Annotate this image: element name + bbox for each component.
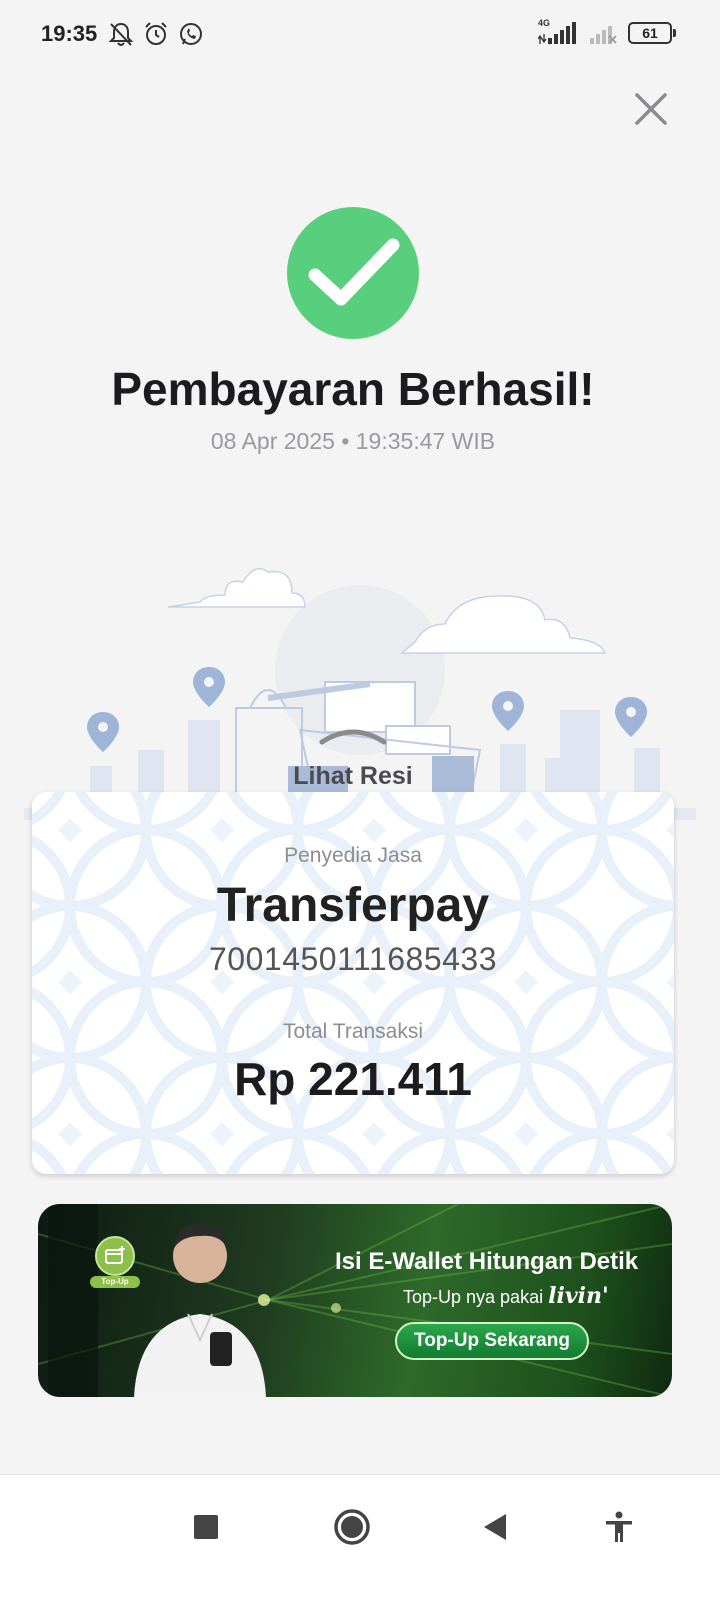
page-title: Pembayaran Berhasil! <box>111 363 595 415</box>
provider-label: Penyedia Jasa <box>284 844 422 867</box>
system-nav-bar <box>0 1474 720 1600</box>
status-time: 19:35 <box>41 21 98 46</box>
total-label: Total Transaksi <box>282 1020 424 1043</box>
battery-icon: 61 <box>628 22 676 44</box>
topup-badge <box>95 1236 135 1276</box>
transaction-card: Penyedia Jasa Transferpay 70014501116854… <box>32 792 674 1174</box>
view-receipt-toggle[interactable]: Lihat Resi <box>0 726 706 791</box>
signal-4g-icon: 4G <box>538 18 578 46</box>
close-icon <box>635 93 667 125</box>
checkmark-icon <box>308 238 400 306</box>
recents-button[interactable] <box>181 1502 231 1552</box>
bell-off-icon <box>108 22 134 46</box>
banner-subtitle-text: Top-Up nya pakai <box>403 1287 544 1307</box>
triangle-back-icon <box>484 1514 506 1540</box>
account-number: 7001450111685433 <box>209 941 497 977</box>
total-amount: Rp 221.411 <box>234 1053 472 1105</box>
circle-home-icon <box>334 1509 370 1545</box>
status-notification-icons <box>108 20 204 48</box>
whatsapp-icon <box>180 23 202 45</box>
close-button[interactable] <box>630 88 674 132</box>
success-indicator <box>287 207 419 339</box>
back-button[interactable] <box>470 1502 520 1552</box>
alarm-icon <box>145 22 167 45</box>
status-system-icons: 4G 61 <box>538 18 676 46</box>
banner-subtitle: Top-Up nya pakai livin' <box>403 1283 609 1309</box>
banner-title: Isi E-Wallet Hitungan Detik <box>335 1248 639 1275</box>
battery-level: 61 <box>642 25 658 41</box>
accessibility-icon <box>606 1511 632 1542</box>
signal-no-service-icon <box>590 26 617 44</box>
view-receipt-label: Lihat Resi <box>293 762 413 790</box>
topup-badge-label: Top-Up <box>90 1276 140 1288</box>
provider-name: Transferpay <box>216 879 490 932</box>
wallet-plus-icon <box>105 1246 125 1264</box>
accessibility-button[interactable] <box>594 1502 644 1552</box>
square-icon <box>194 1515 218 1539</box>
chevron-up-icon <box>319 729 387 745</box>
home-button[interactable] <box>327 1502 377 1552</box>
brand-logo: livin' <box>548 1283 609 1309</box>
promo-banner[interactable]: Top-Up Isi E-Wallet Hitungan Detik Top-U… <box>38 1204 672 1397</box>
status-bar: 19:35 4G 61 <box>0 0 720 70</box>
transaction-timestamp: 08 Apr 2025 • 19:35:47 WIB <box>210 428 496 454</box>
topup-now-button[interactable]: Top-Up Sekarang <box>395 1322 589 1360</box>
